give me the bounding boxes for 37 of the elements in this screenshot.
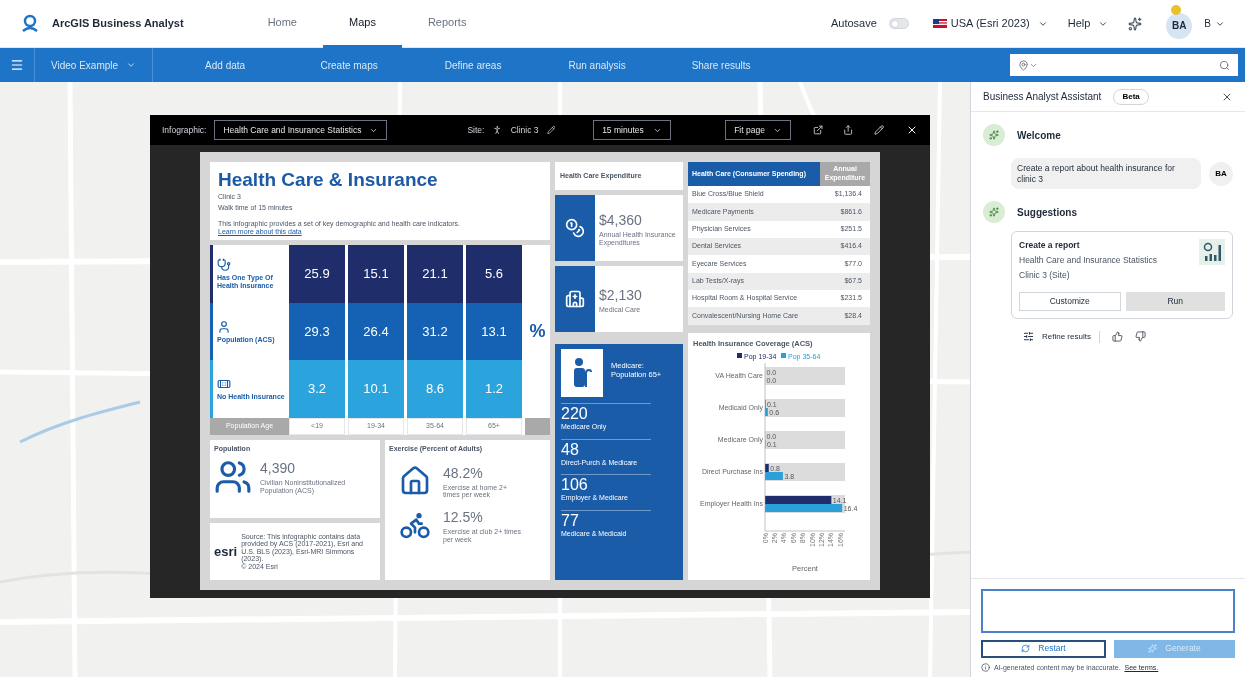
infographic-label: Infographic: <box>162 123 207 137</box>
welcome-title: Welcome <box>1017 128 1061 143</box>
value-cell: 25.9 <box>289 245 345 303</box>
value-cell: 31.2 <box>407 302 463 361</box>
autosave-label: Autosave <box>830 16 877 32</box>
stat-value: 48 <box>561 441 580 458</box>
user-message: Create a report about health insurance for clinic 3 <box>1011 158 1201 190</box>
suggestion-title: Create a report <box>1019 239 1081 252</box>
value-cell: 5.6 <box>466 245 522 303</box>
value-cell: 8.6 <box>407 360 463 418</box>
value-cell: 15.1 <box>348 245 404 303</box>
site-label: Site: <box>467 123 485 137</box>
value-cell: 26.4 <box>348 302 404 361</box>
value-cell: 29.3 <box>289 302 345 361</box>
infographic-name: Health Care and Insurance Statistics <box>1019 254 1158 267</box>
value-cell: 10.1 <box>348 360 404 418</box>
suggestions-title: Suggestions <box>1017 205 1077 220</box>
panel-title: Business Analyst Assistant <box>983 90 1102 104</box>
stat-value: 220 <box>561 406 589 422</box>
stat-value: 77 <box>561 512 580 529</box>
infographic-title: Health Care & Insurance <box>218 170 439 189</box>
site-name: Clinic 3 (Site) <box>1019 268 1071 282</box>
esri-logo: esri <box>214 542 238 561</box>
user-avatar: BA <box>1209 161 1233 186</box>
unit-label: % <box>529 320 546 343</box>
stat-value: 4,390 <box>260 459 297 479</box>
site-name: Clinic 3 <box>510 123 539 137</box>
value-cell: 3.2 <box>289 360 345 418</box>
value-cell: 1.2 <box>466 360 522 418</box>
stat-value: 106 <box>561 477 589 493</box>
value-cell: 21.1 <box>407 245 463 303</box>
stat-value: 12.5% <box>443 507 484 527</box>
stat-value: $2,130 <box>599 285 642 305</box>
stat-value: 48.2% <box>443 463 484 483</box>
app-name: ArcGIS Business Analyst <box>52 16 184 32</box>
value-cell: 13.1 <box>466 302 522 361</box>
stat-value: $4,360 <box>599 210 643 230</box>
